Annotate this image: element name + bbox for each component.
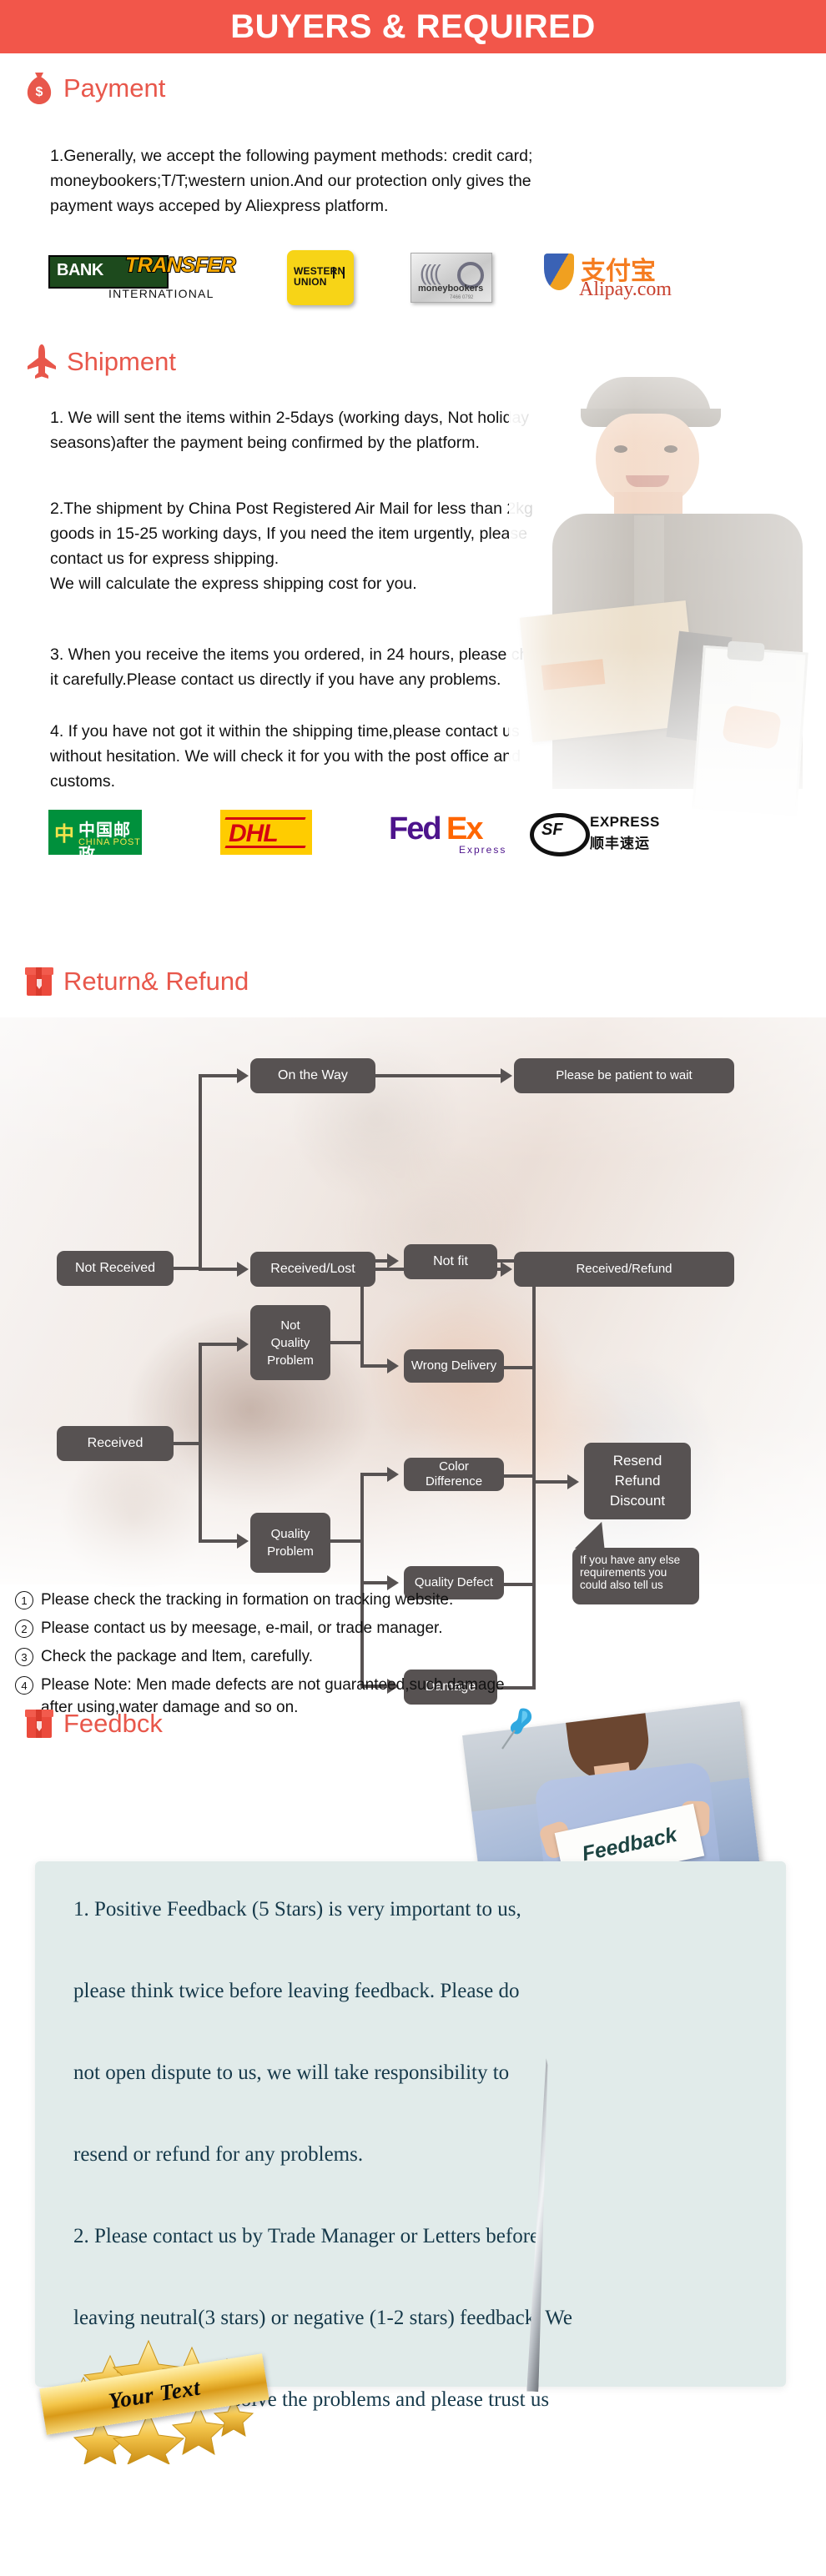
note-marker-1: 1 xyxy=(15,1591,33,1609)
flow-node-resend-refund-discount[interactable]: Resend Refund Discount xyxy=(584,1443,691,1519)
flow-node-wrong-delivery[interactable]: Wrong Delivery xyxy=(404,1349,504,1383)
section-title-return-refund: Return& Refund xyxy=(63,967,249,996)
flow-node-received[interactable]: Received xyxy=(57,1426,174,1461)
flow-node-not-quality-problem[interactable]: Not Quality Problem xyxy=(250,1305,330,1380)
note-marker-4: 4 xyxy=(15,1676,33,1695)
payment-logos: BANK TRANSFER INTERNATIONAL WESTERN UNIO… xyxy=(48,249,799,307)
alipay-logo: 支付宝 Alipay.com xyxy=(544,252,694,304)
bank-transfer-sub: INTERNATIONAL xyxy=(108,287,214,300)
note-item: 3 Check the package and ltem, carefully. xyxy=(15,1645,816,1668)
wu-bars-icon xyxy=(333,267,345,279)
fedex-logo: Fed Ex Express xyxy=(389,810,505,856)
airplane-icon xyxy=(28,344,56,379)
section-title-payment: Payment xyxy=(63,73,166,103)
feedback-photo-caption: Feedback xyxy=(580,1822,679,1865)
gift-box-icon xyxy=(25,1710,53,1738)
china-post-symbol: 中 xyxy=(54,822,74,846)
wu-line2: UNION xyxy=(294,276,327,288)
dhl-logo: DHL xyxy=(220,810,312,855)
section-heading-payment: $ Payment xyxy=(25,72,165,105)
moneybookers-label: moneybookers xyxy=(418,284,484,294)
section-heading-return-refund: Return& Refund xyxy=(25,966,249,997)
push-pin-icon xyxy=(501,1708,532,1750)
moneybookers-arcs-icon: (((( xyxy=(420,260,441,285)
section-title-feedback: Feedbck xyxy=(63,1709,163,1738)
china-post-logo: 中 中国邮政 CHINA POST xyxy=(48,810,142,864)
star-badge: Your Text xyxy=(33,2306,284,2464)
flow-node-not-received[interactable]: Not Received xyxy=(57,1251,174,1286)
note-item: 1 Please check the tracking in formation… xyxy=(15,1589,816,1611)
note-marker-3: 3 xyxy=(15,1648,33,1666)
alipay-shield-icon xyxy=(544,254,574,290)
dhl-text: DHL xyxy=(229,820,279,847)
flow-node-not-fit[interactable]: Not fit xyxy=(404,1244,497,1279)
flow-node-quality-problem[interactable]: Quality Problem xyxy=(250,1513,330,1573)
section-heading-feedback: Feedbck xyxy=(25,1708,163,1740)
western-union-logo: WESTERN UNION xyxy=(287,250,354,305)
callout-tail xyxy=(574,1519,607,1551)
page-title: BUYERS & REQUIRED xyxy=(230,8,596,45)
flow-node-received-refund[interactable]: Received/Refund xyxy=(514,1252,734,1287)
sf-cn-text: 顺丰速运 xyxy=(590,836,650,852)
fedex-part1: Fed xyxy=(389,811,442,846)
return-refund-notes: 1 Please check the tracking in formation… xyxy=(15,1589,816,1725)
money-bag-icon: $ xyxy=(27,73,52,104)
flow-node-color-difference[interactable]: Color Difference xyxy=(404,1458,504,1491)
note-item: 2 Please contact us by meesage, e-mail, … xyxy=(15,1617,816,1640)
bank-transfer-word: BANK xyxy=(57,261,103,279)
bank-transfer-script: TRANSFER xyxy=(124,253,237,278)
sf-en-text: EXPRESS xyxy=(590,814,660,830)
flow-node-received-lost[interactable]: Received/Lost xyxy=(250,1252,375,1287)
flowchart-background-fade xyxy=(0,1017,826,1584)
note-text-1: Please check the tracking in formation o… xyxy=(41,1591,454,1609)
section-heading-shipment: Shipment xyxy=(27,344,176,380)
note-marker-2: 2 xyxy=(15,1619,33,1638)
flow-node-on-the-way[interactable]: On the Way xyxy=(250,1058,375,1093)
return-refund-flowchart: Not Received On the Way Please be patien… xyxy=(0,1017,826,1705)
gift-box-icon xyxy=(25,967,53,996)
section-title-shipment: Shipment xyxy=(67,347,176,376)
courier-photo xyxy=(509,359,822,826)
shipment-logos: 中 中国邮政 CHINA POST DHL Fed Ex Express SF … xyxy=(48,807,799,864)
note-text-2: Please contact us by meesage, e-mail, or… xyxy=(41,1619,443,1637)
flow-node-please-wait[interactable]: Please be patient to wait xyxy=(514,1058,734,1093)
badge-text: Your Text xyxy=(106,2374,202,2413)
sf-mark: SF xyxy=(541,821,563,839)
sf-express-logo: SF EXPRESS 顺丰速运 xyxy=(530,811,672,856)
svg-text:$: $ xyxy=(36,85,43,99)
moneybookers-logo: (((( moneybookers 7466 0792 xyxy=(410,253,492,303)
china-post-en: CHINA POST xyxy=(78,837,141,847)
note-text-3: Check the package and ltem, carefully. xyxy=(41,1648,313,1665)
page-header: BUYERS & REQUIRED xyxy=(0,0,826,53)
page-root: BUYERS & REQUIRED $ Payment 1.Generally,… xyxy=(0,0,826,2576)
payment-body-text: 1.Generally, we accept the following pay… xyxy=(50,147,533,215)
alipay-en-text: Alipay.com xyxy=(579,279,672,300)
fedex-part2: Ex xyxy=(446,811,484,846)
bank-transfer-logo: BANK TRANSFER INTERNATIONAL xyxy=(48,252,249,304)
fedex-sub: Express xyxy=(459,844,507,856)
moneybookers-number: 7466 0792 xyxy=(450,295,474,300)
